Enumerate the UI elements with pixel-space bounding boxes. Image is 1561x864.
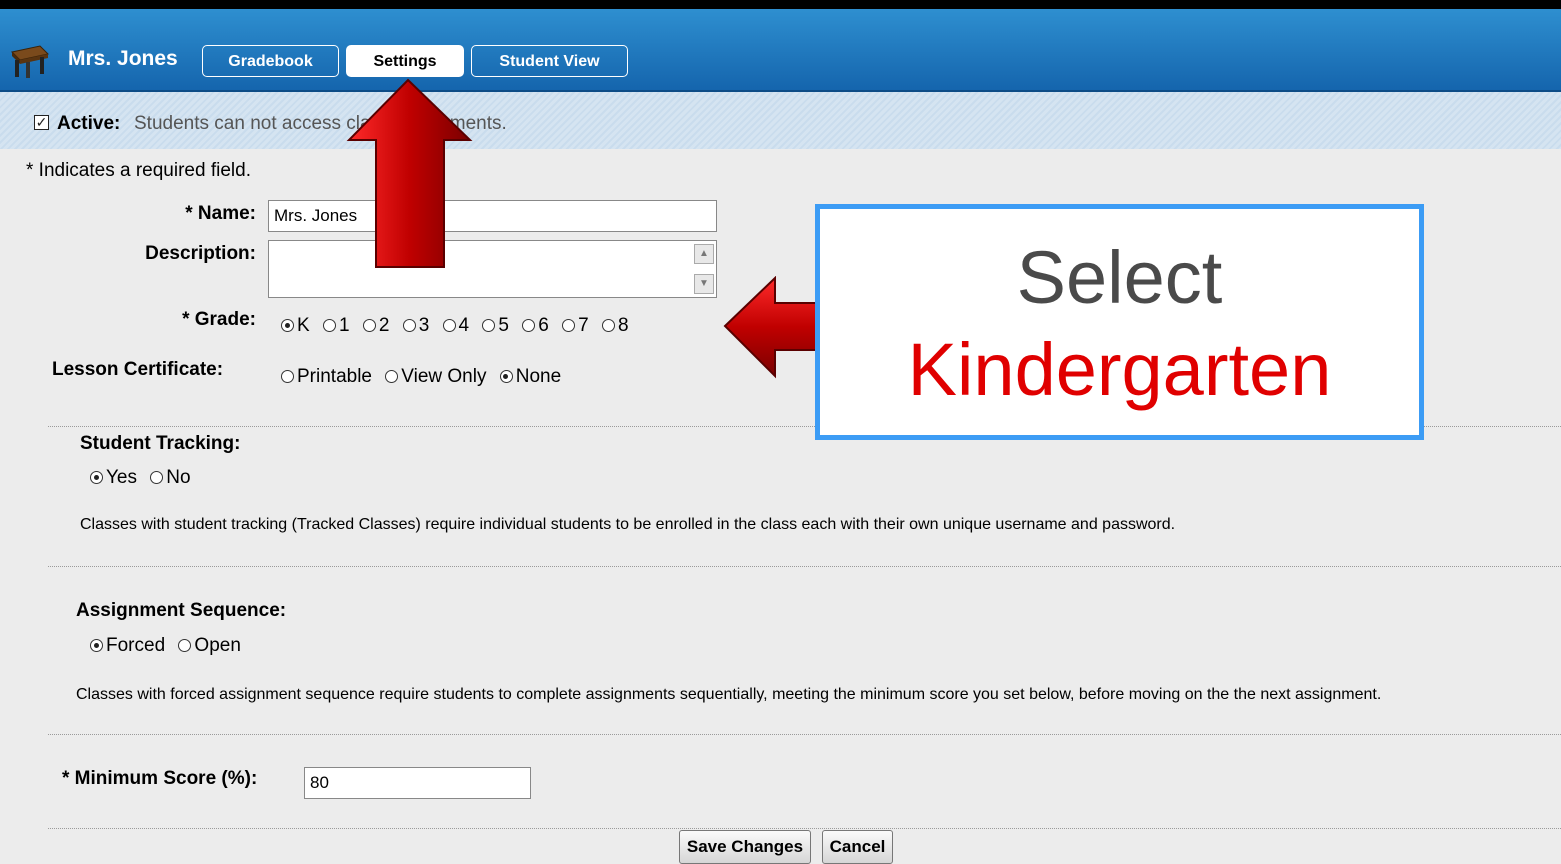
grade-label: * Grade: [182, 309, 256, 330]
tab-student-view[interactable]: Student View [471, 45, 628, 77]
radio-icon [562, 319, 576, 332]
certificate-option-view-only[interactable]: View Only [385, 366, 486, 388]
certificate-option-none[interactable]: None [499, 366, 561, 388]
grade-option-k[interactable]: K [281, 315, 310, 337]
grade-option-4[interactable]: 4 [442, 315, 469, 337]
callout-line-1: Select [1016, 236, 1223, 319]
grade-option-7[interactable]: 7 [562, 315, 589, 337]
grade-option-3[interactable]: 3 [402, 315, 429, 337]
active-checkbox[interactable]: ✓ [34, 115, 49, 130]
save-changes-button[interactable]: Save Changes [679, 830, 811, 864]
scroll-up-icon[interactable]: ▲ [694, 244, 714, 264]
callout-line-2: Kindergarten [907, 328, 1332, 411]
section-divider [48, 828, 1561, 829]
left-arrow-annotation [723, 276, 821, 379]
app-header: Mrs. Jones Gradebook Settings Student Vi… [0, 9, 1561, 92]
certificate-option-printable[interactable]: Printable [281, 366, 372, 388]
grade-radio-group: K 1 2 3 4 5 6 7 8 [281, 315, 637, 337]
grade-option-5[interactable]: 5 [482, 315, 509, 337]
radio-icon [150, 471, 164, 484]
section-divider [48, 566, 1561, 567]
tracking-description: Classes with student tracking (Tracked C… [80, 516, 1176, 533]
radio-icon [482, 319, 496, 332]
tab-gradebook[interactable]: Gradebook [202, 45, 339, 77]
radio-icon [522, 319, 536, 332]
student-tracking-title: Student Tracking: [80, 433, 241, 454]
radio-selected-icon [90, 471, 103, 484]
minimum-score-label: * Minimum Score (%): [62, 768, 258, 789]
tracking-option-yes[interactable]: Yes [90, 467, 137, 489]
tracking-radio-group: Yes No [90, 467, 199, 489]
radio-icon [385, 370, 399, 383]
cancel-button[interactable]: Cancel [822, 830, 893, 864]
grade-option-6[interactable]: 6 [522, 315, 549, 337]
minimum-score-value: 80 [310, 773, 329, 792]
minimum-score-input[interactable]: 80 [304, 767, 531, 799]
certificate-radio-group: Printable View Only None [281, 366, 569, 388]
school-desk-icon [10, 45, 50, 78]
sequence-description: Classes with forced assignment sequence … [76, 686, 1382, 703]
name-value: Mrs. Jones [274, 206, 358, 225]
radio-selected-icon [281, 319, 294, 332]
name-input[interactable]: Mrs. Jones [268, 200, 717, 232]
lesson-certificate-label: Lesson Certificate: [52, 359, 224, 380]
section-divider [48, 734, 1561, 735]
active-label: Active: [57, 113, 121, 134]
assignment-sequence-title: Assignment Sequence: [76, 600, 287, 621]
up-arrow-annotation [346, 78, 473, 268]
grade-option-8[interactable]: 8 [601, 315, 629, 337]
grade-option-2[interactable]: 2 [362, 315, 389, 337]
name-label: * Name: [185, 203, 256, 224]
grade-option-1[interactable]: 1 [322, 315, 350, 337]
tab-settings[interactable]: Settings [346, 45, 464, 77]
class-title: Mrs. Jones [68, 47, 178, 70]
description-textarea[interactable] [268, 240, 717, 298]
radio-icon [178, 639, 192, 652]
sequence-option-forced[interactable]: Forced [90, 635, 165, 657]
instruction-callout: Select Kindergarten [815, 204, 1424, 440]
sequence-radio-group: Forced Open [90, 635, 249, 657]
scroll-down-icon[interactable]: ▼ [694, 274, 714, 294]
sequence-option-open[interactable]: Open [178, 635, 241, 657]
tracking-option-no[interactable]: No [150, 467, 191, 489]
required-field-note: * Indicates a required field. [26, 160, 251, 181]
radio-icon [281, 370, 294, 383]
radio-selected-icon [90, 639, 103, 652]
radio-icon [442, 319, 456, 332]
radio-icon [601, 319, 615, 332]
radio-icon [362, 319, 376, 332]
radio-icon [322, 319, 336, 332]
description-label: Description: [145, 243, 256, 264]
radio-icon [402, 319, 416, 332]
radio-selected-icon [499, 370, 513, 383]
top-black-bar [0, 0, 1561, 9]
